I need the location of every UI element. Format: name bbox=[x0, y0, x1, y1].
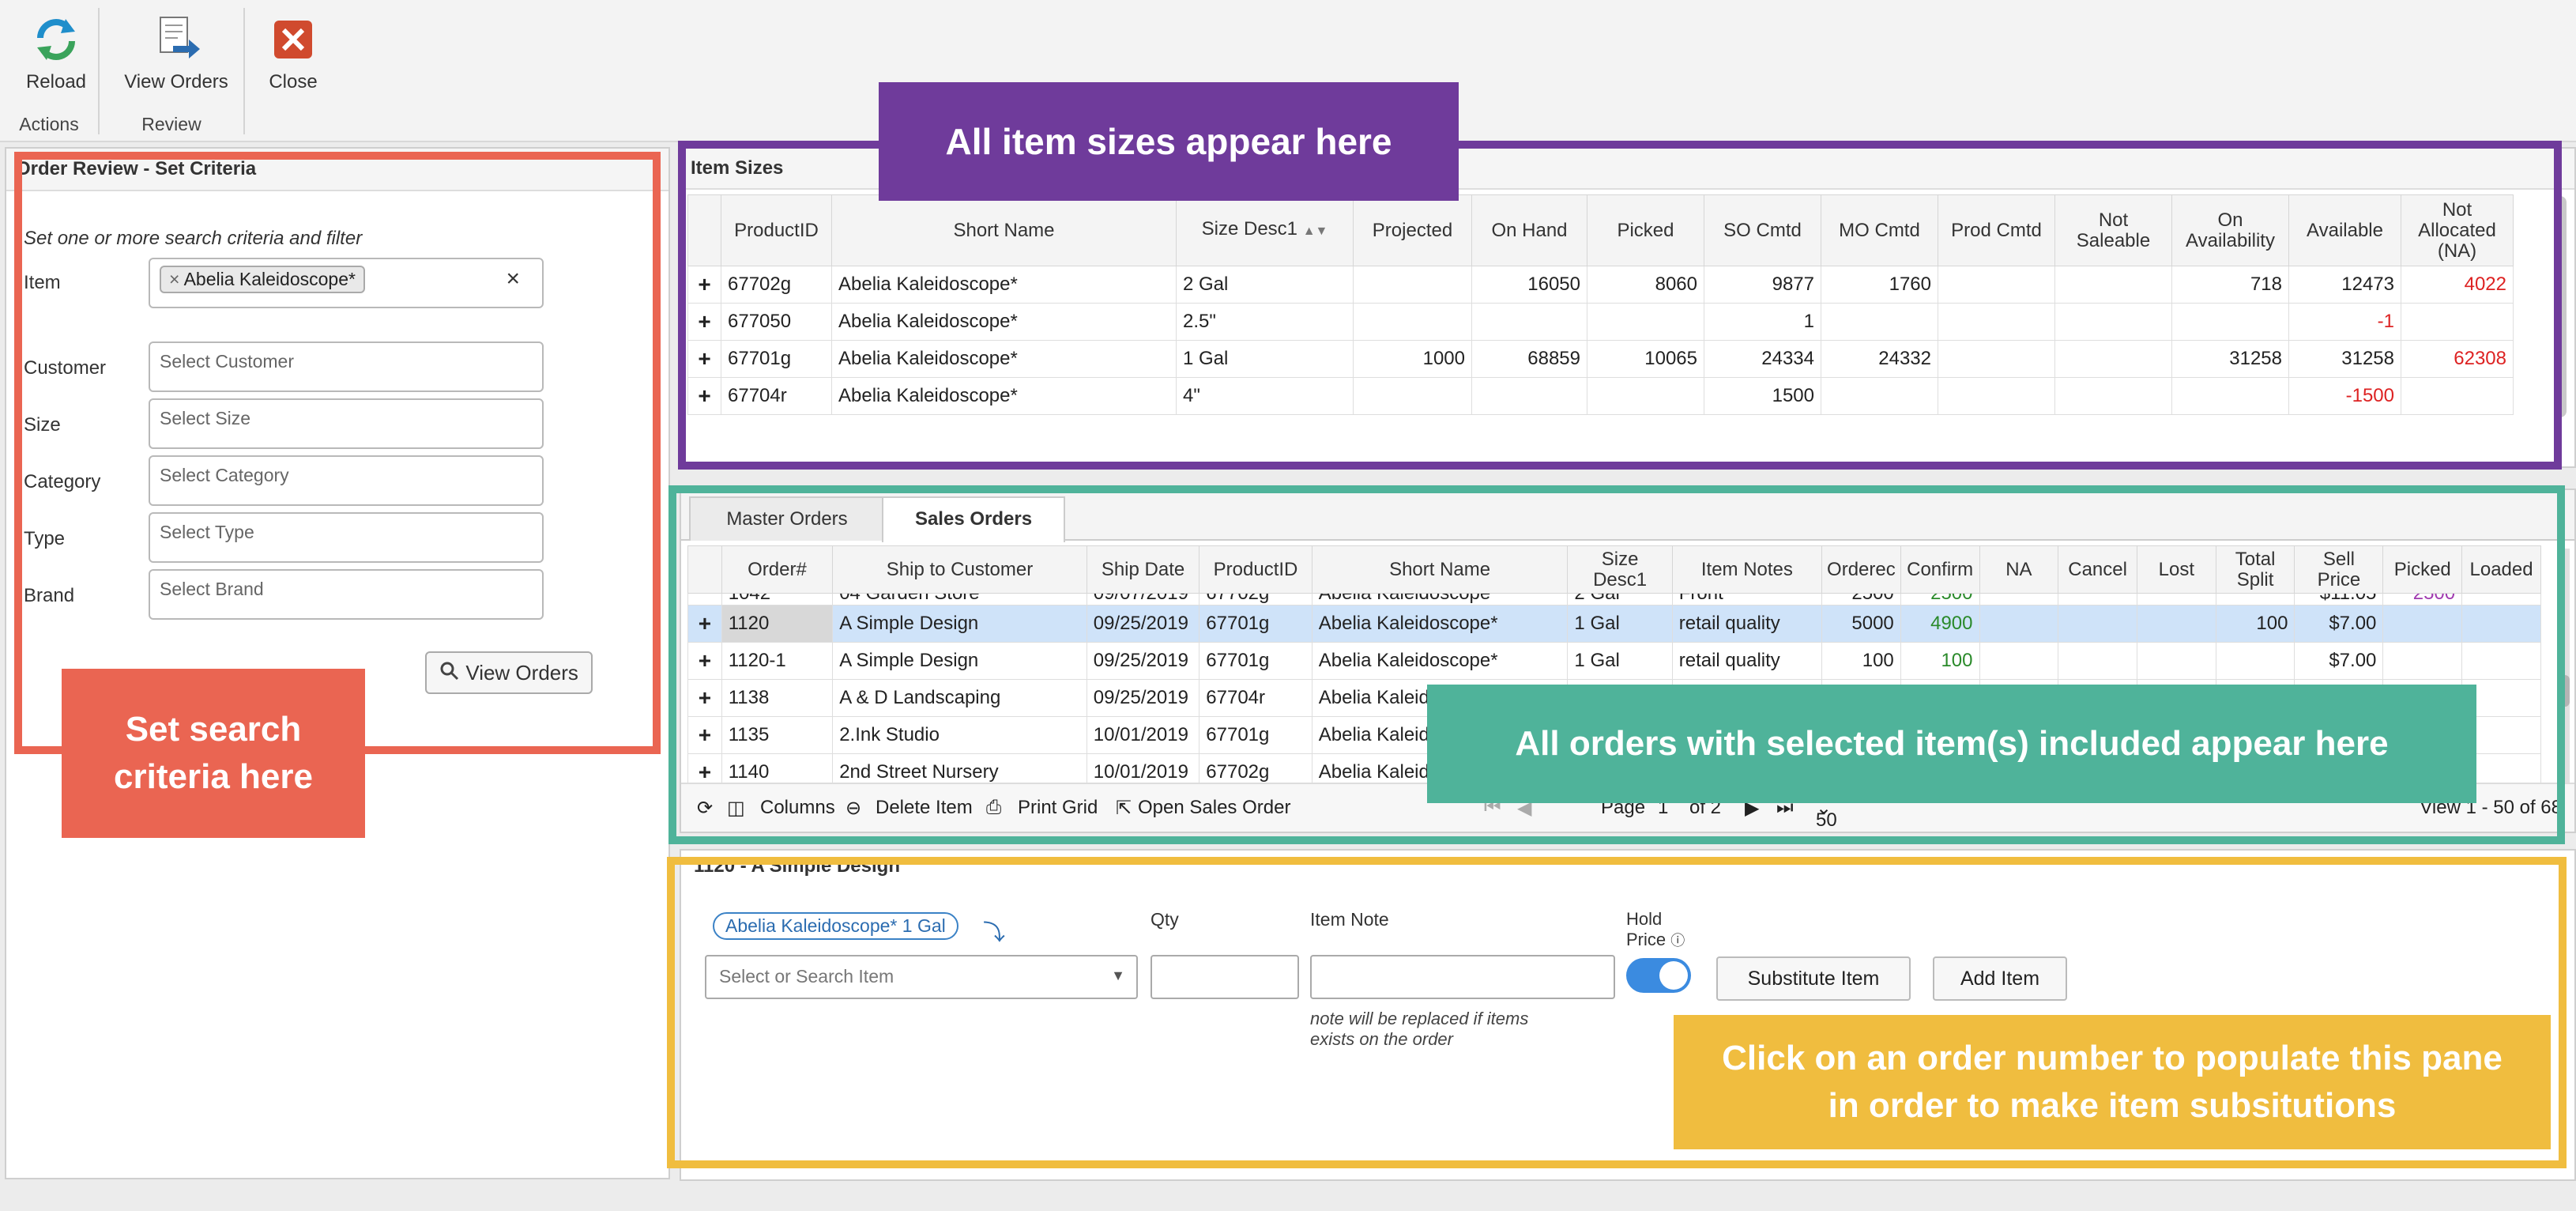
document-arrow-icon bbox=[151, 14, 201, 65]
view-orders-ribbon-button[interactable]: View Orders bbox=[119, 14, 234, 93]
ribbon-divider bbox=[243, 8, 245, 134]
reload-icon bbox=[31, 14, 81, 65]
reload-button[interactable]: Reload bbox=[21, 14, 92, 93]
callout-search: Set search criteria here bbox=[62, 669, 365, 838]
callout-orders: All orders with selected item(s) include… bbox=[1427, 685, 2476, 803]
callout-item-sizes: All item sizes appear here bbox=[879, 82, 1459, 201]
close-button[interactable]: Close bbox=[266, 14, 321, 93]
group-label-review: Review bbox=[141, 114, 201, 134]
search-criteria-highlight bbox=[14, 152, 661, 754]
group-label-actions: Actions bbox=[19, 114, 79, 134]
close-icon bbox=[268, 14, 318, 65]
callout-pane: Click on an order number to populate thi… bbox=[1674, 1015, 2551, 1149]
